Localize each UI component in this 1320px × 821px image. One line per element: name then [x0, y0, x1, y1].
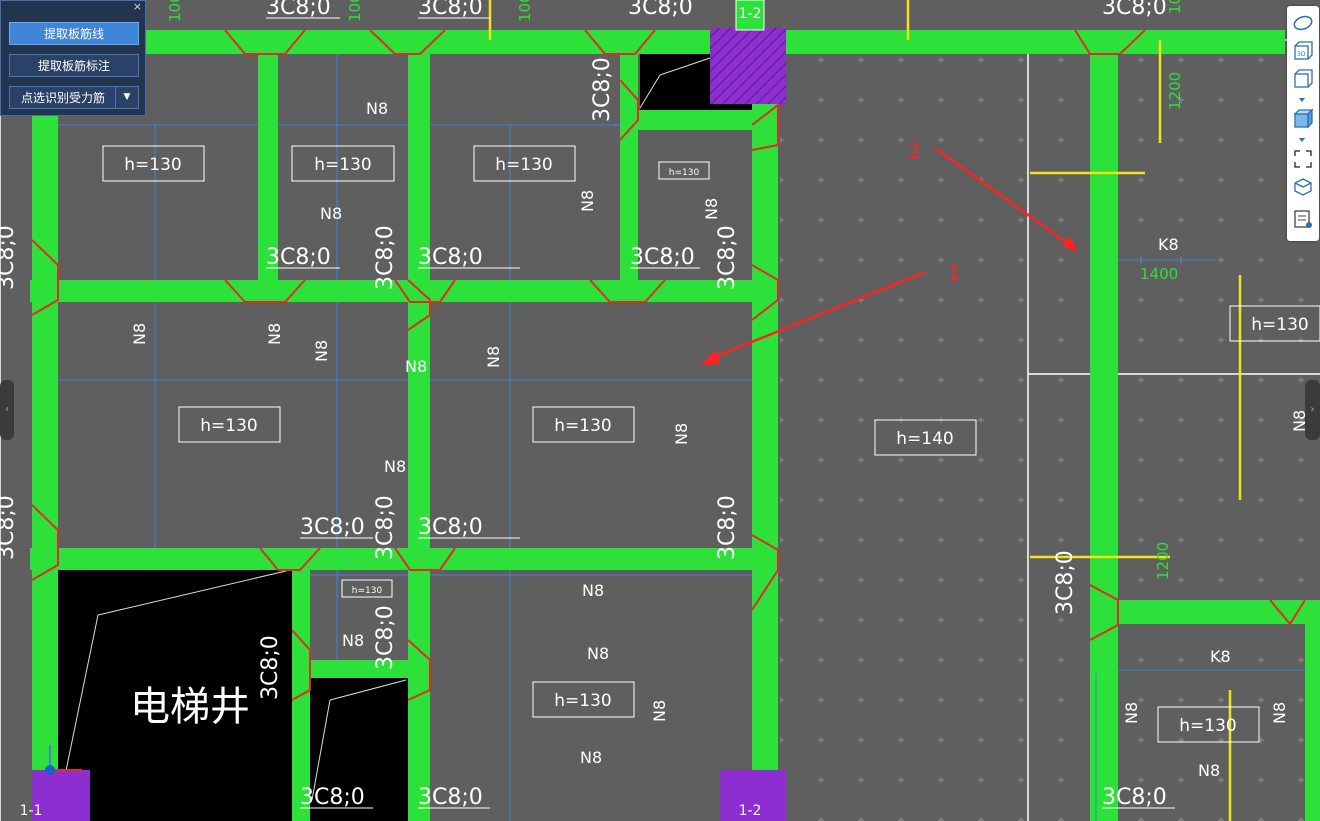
rebar-annotation: 3C8;0: [590, 57, 615, 122]
rebar-annotation: 3C8;0: [418, 245, 483, 270]
rebar-annotation: 3C8;0: [715, 225, 740, 290]
dimension-label: 1000: [1166, 0, 1184, 14]
section-label: 1-1: [20, 803, 43, 819]
wireframe-cube-icon[interactable]: [1292, 176, 1314, 198]
rebar-n8: N8: [384, 457, 406, 476]
rebar-annotation: 3C8;0: [418, 785, 483, 810]
rebar-n8: N8: [672, 423, 691, 445]
shaded-cube-icon[interactable]: [1292, 108, 1314, 130]
dimension-label: 1200: [1166, 72, 1184, 110]
rebar-annotation: 3C8;0: [258, 635, 283, 700]
rebar-annotation: 3C8;0: [300, 515, 365, 540]
rebar-n8: N8: [1270, 702, 1289, 724]
arrow-label: 2: [908, 139, 921, 163]
rebar-annotation: 3C8;0: [715, 495, 740, 560]
dimension-label: 1000: [516, 0, 534, 22]
chevron-down-icon[interactable]: [1299, 98, 1305, 102]
section-label: 1-2: [739, 6, 762, 22]
thickness-label: h=130: [352, 586, 383, 596]
rebar-annotation: 3C8;0: [628, 0, 693, 20]
rebar-annotation: 3C8;0: [300, 785, 365, 810]
thickness-label: h=130: [1179, 716, 1236, 736]
dimension-label: 1000: [166, 0, 184, 22]
rebar-n8: N8: [366, 99, 388, 118]
rebar-annotation: 3C8;0: [0, 225, 19, 290]
thickness-label: h=130: [314, 155, 371, 175]
rebar-annotation: 3C8;0: [266, 0, 331, 20]
identify-rebar-button[interactable]: 点选识别受力筋 ▼: [9, 86, 139, 109]
thickness-label: h=130: [200, 416, 257, 436]
rebar-n8: N8: [405, 357, 427, 376]
rebar-annotation: 3C8;0: [1053, 550, 1078, 615]
dimension-label: 1000: [346, 0, 364, 22]
rebar-n8: N8: [484, 346, 503, 368]
chevron-down-icon[interactable]: [1299, 138, 1305, 142]
arrow-label: 1: [948, 261, 961, 285]
thickness-label: h=130: [495, 155, 552, 175]
rebar-k8: K8: [1210, 647, 1231, 666]
rebar-n8: N8: [580, 748, 602, 767]
thickness-label: h=140: [896, 429, 953, 449]
rebar-annotation: 3C8;0: [0, 495, 19, 560]
thickness-label: h=130: [669, 168, 700, 178]
rebar-n8: N8: [578, 190, 597, 212]
extract-rebar-lines-button[interactable]: 提取板筋线: [9, 22, 139, 45]
cad-drawing-canvas[interactable]: h=130 h=130 h=130 h=130 h=130 h=130 h=14…: [0, 0, 1320, 821]
rebar-annotation: 3C8;0: [418, 515, 483, 540]
3d-cube-icon[interactable]: 3D: [1292, 40, 1314, 62]
rebar-n8: N8: [320, 204, 342, 223]
rebar-n8: N8: [702, 198, 721, 220]
thickness-label: h=130: [554, 416, 611, 436]
view-box-icon[interactable]: [1292, 68, 1314, 90]
identify-rebar-label: 点选识别受力筋: [20, 91, 105, 105]
view-toolbar: 3D: [1287, 6, 1319, 241]
rebar-annotation: 3C8;0: [373, 605, 398, 670]
extract-rebar-labels-button[interactable]: 提取板筋标注: [9, 54, 139, 77]
rebar-annotation: 3C8;0: [266, 245, 331, 270]
rebar-annotation: 3C8;0: [630, 245, 695, 270]
chevron-down-icon[interactable]: ▼: [115, 87, 138, 108]
rebar-annotation: 3C8;0: [1102, 0, 1167, 20]
rebar-tool-panel: × 提取板筋线 提取板筋标注 点选识别受力筋 ▼: [0, 0, 146, 116]
rebar-annotation: 3C8;0: [373, 495, 398, 560]
rebar-n8: N8: [587, 644, 609, 663]
rebar-annotation: 3C8;0: [373, 225, 398, 290]
rebar-n8: N8: [342, 631, 364, 650]
rebar-n8: N8: [312, 340, 331, 362]
rebar-n8: N8: [130, 323, 149, 345]
fullscreen-icon[interactable]: [1292, 148, 1314, 170]
rebar-annotation: 3C8;0: [418, 0, 483, 20]
left-collapse-handle[interactable]: ‹: [0, 380, 14, 440]
rebar-n8: N8: [582, 581, 604, 600]
rebar-n8: N8: [1122, 702, 1141, 724]
thickness-label: h=130: [554, 691, 611, 711]
ellipse-icon[interactable]: [1292, 12, 1314, 34]
rebar-annotation: 3C8;0: [1102, 785, 1167, 810]
properties-icon[interactable]: [1292, 208, 1314, 230]
rebar-n8: N8: [1198, 761, 1220, 780]
rebar-n8: N8: [650, 700, 669, 722]
rebar-n8: N8: [265, 323, 284, 345]
rebar-k8: K8: [1158, 235, 1179, 254]
dimension-label: 1200: [1154, 542, 1172, 580]
section-label: 1-2: [739, 803, 762, 819]
thickness-label: h=130: [124, 155, 181, 175]
right-collapse-handle[interactable]: ›: [1305, 380, 1320, 440]
close-icon[interactable]: ×: [133, 0, 142, 13]
dimension-label: 1400: [1140, 265, 1178, 283]
elevator-shaft-label: 电梯井: [130, 684, 250, 730]
svg-text:3D: 3D: [1297, 51, 1306, 58]
thickness-label: h=130: [1251, 315, 1308, 335]
